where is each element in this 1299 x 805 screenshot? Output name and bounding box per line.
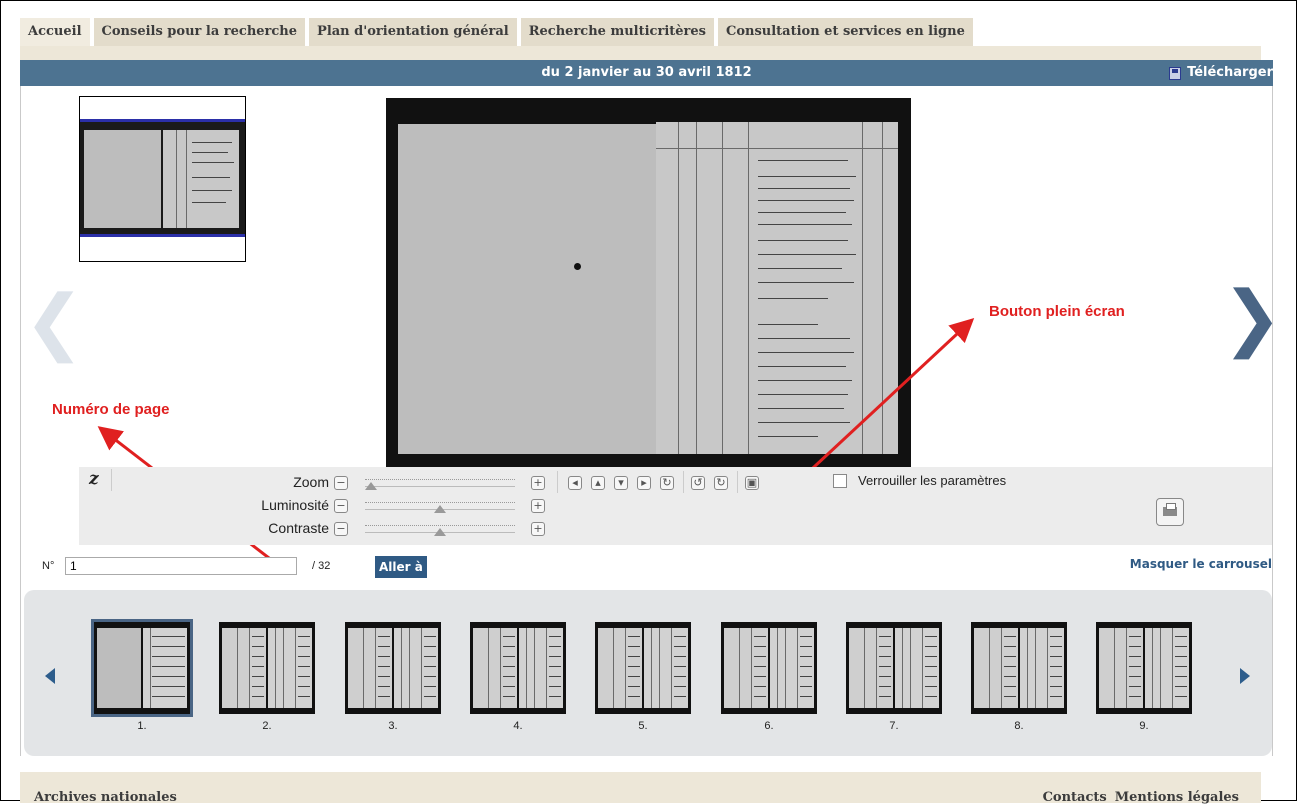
- zoom-in-button[interactable]: +: [531, 476, 545, 490]
- rotate-left-icon[interactable]: ↺: [691, 476, 705, 490]
- carousel-thumbnail[interactable]: [1096, 622, 1192, 714]
- carousel-thumbnail-label: 9.: [1139, 720, 1149, 732]
- carousel-thumbnail-label: 2.: [262, 720, 272, 732]
- pan-down-icon[interactable]: ▾: [614, 476, 628, 490]
- carousel-thumbnail[interactable]: [345, 622, 441, 714]
- page-number-prefix: N°: [42, 560, 55, 572]
- fullscreen-icon[interactable]: ▣: [745, 476, 759, 490]
- pan-right-icon[interactable]: ▸: [637, 476, 651, 490]
- carousel-thumbnail[interactable]: [971, 622, 1067, 714]
- carousel-thumbnail-label: 1.: [137, 720, 147, 732]
- print-icon[interactable]: [1156, 498, 1184, 526]
- viewer-logo: z: [89, 469, 99, 489]
- rotate-right-icon[interactable]: ↻: [714, 476, 728, 490]
- hide-carousel-link[interactable]: Masquer le carrousel: [1130, 557, 1272, 571]
- carousel-thumbnail-label: 4.: [513, 720, 523, 732]
- carousel-next-icon[interactable]: [1240, 668, 1250, 684]
- reset-view-icon[interactable]: ↻: [660, 476, 674, 490]
- annotation-fullscreen: Bouton plein écran: [989, 303, 1125, 320]
- contrast-down-button[interactable]: −: [334, 522, 348, 536]
- go-to-page-button[interactable]: Aller à: [375, 556, 427, 578]
- zoom-label: Zoom: [293, 474, 329, 490]
- carousel-thumbnail[interactable]: [91, 619, 193, 717]
- carousel-thumbnail[interactable]: [470, 622, 566, 714]
- carousel-thumbnail[interactable]: [595, 622, 691, 714]
- carousel-prev-icon[interactable]: [45, 668, 55, 684]
- contrast-up-button[interactable]: +: [531, 522, 545, 536]
- brightness-slider-thumb[interactable]: [434, 505, 446, 513]
- page-number-input[interactable]: 1: [65, 557, 297, 575]
- image-toolbar: z Zoom − + Luminosité − + Contraste − + …: [79, 467, 1272, 545]
- pan-up-icon[interactable]: ▴: [591, 476, 605, 490]
- carousel-thumbnail-label: 7.: [889, 720, 899, 732]
- lock-settings-label: Verrouiller les paramètres: [858, 473, 1007, 488]
- zoom-slider-thumb[interactable]: [365, 482, 377, 490]
- carousel-thumbnail[interactable]: [846, 622, 942, 714]
- carousel-thumbnail-label: 3.: [388, 720, 398, 732]
- lock-settings-checkbox[interactable]: [833, 474, 847, 488]
- site-footer: Archives nationales Contacts Mentions lé…: [20, 772, 1261, 805]
- annotation-page-number: Numéro de page: [52, 401, 170, 418]
- page-total: / 32: [312, 560, 331, 572]
- contrast-slider[interactable]: [365, 525, 515, 536]
- pan-left-icon[interactable]: ◂: [568, 476, 582, 490]
- carousel-thumbnail-label: 5.: [638, 720, 648, 732]
- contrast-slider-thumb[interactable]: [434, 528, 446, 536]
- carousel-thumbnail-label: 6.: [764, 720, 774, 732]
- zoom-slider[interactable]: [365, 479, 515, 490]
- brightness-label: Luminosité: [261, 497, 329, 513]
- carousel-thumbnail[interactable]: [721, 622, 817, 714]
- carousel-thumbnail[interactable]: [219, 622, 315, 714]
- contrast-label: Contraste: [268, 520, 329, 536]
- zoom-out-button[interactable]: −: [334, 476, 348, 490]
- brightness-down-button[interactable]: −: [334, 499, 348, 513]
- brightness-up-button[interactable]: +: [531, 499, 545, 513]
- carousel-thumbnail-label: 8.: [1014, 720, 1024, 732]
- brightness-slider[interactable]: [365, 502, 515, 513]
